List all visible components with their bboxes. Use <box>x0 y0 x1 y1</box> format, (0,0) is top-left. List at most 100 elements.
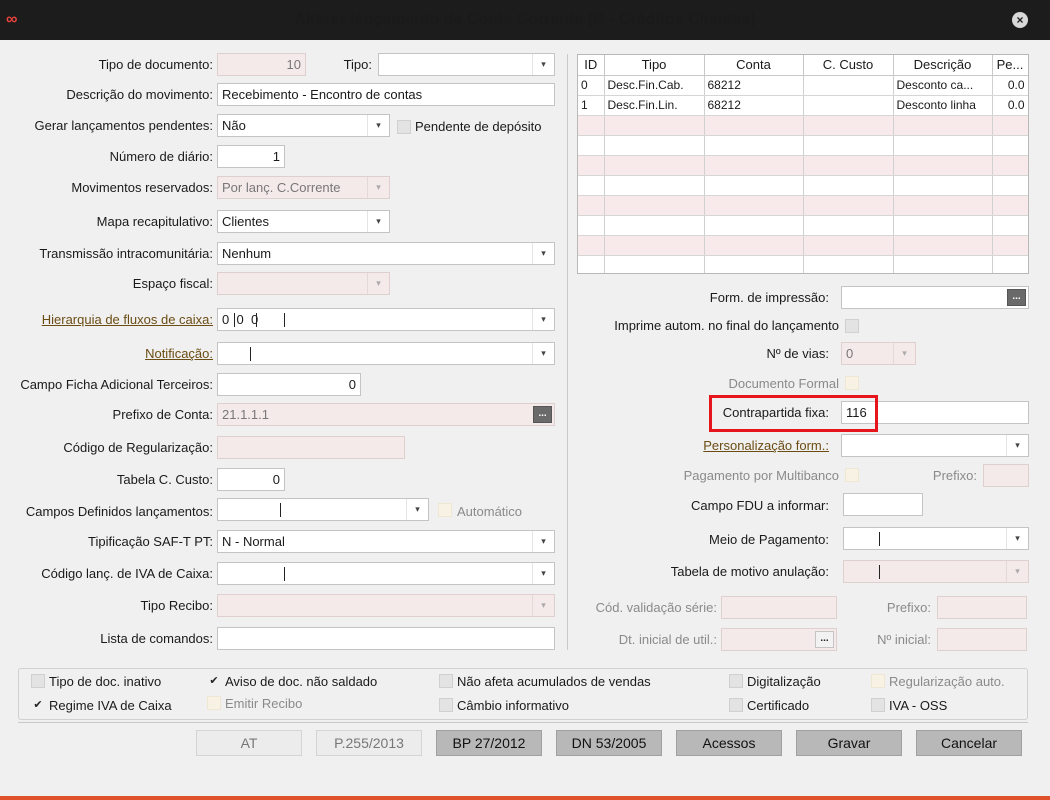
tipo-inativo-checkbox[interactable] <box>31 674 45 688</box>
campo-fdu-input[interactable] <box>843 493 923 516</box>
descricao-input[interactable]: Recebimento - Encontro de contas <box>217 83 555 106</box>
dn53-button[interactable]: DN 53/2005 <box>556 730 662 756</box>
chevron-down-icon[interactable]: ▾ <box>532 531 554 552</box>
regime-iva-caixa-checkbox[interactable]: ✔ <box>31 698 45 712</box>
aviso-nao-saldado-checkbox[interactable]: ✔ <box>207 674 221 688</box>
grid-header-id[interactable]: ID <box>578 55 605 76</box>
table-cell: 0 <box>578 75 605 96</box>
dt-inicial-label: Dt. inicial de util.: <box>618 632 717 647</box>
chevron-down-icon[interactable]: ▾ <box>1006 435 1028 456</box>
codigo-iva-caixa-label: Código lanç. de IVA de Caixa: <box>41 566 213 581</box>
notificacao-select[interactable]: ▾ <box>217 342 555 365</box>
table-cell: Desc.Fin.Lin. <box>604 95 705 116</box>
tipo-recibo-label: Tipo Recibo: <box>140 598 214 613</box>
separator <box>284 567 285 581</box>
gerar-pendentes-select[interactable]: Não ▾ <box>217 114 390 137</box>
mapa-recapitulativo-select[interactable]: Clientes ▾ <box>217 210 390 233</box>
tabela-ccusto-label: Tabela C. Custo: <box>116 472 213 487</box>
notificacao-link[interactable]: Notificação: <box>20 346 213 361</box>
tipo-label: Tipo: <box>343 57 372 72</box>
tabela-ccusto-input[interactable]: 0 <box>217 468 285 491</box>
tipo-recibo-select: ▾ <box>217 594 555 617</box>
certificado-label: Certificado <box>747 698 810 713</box>
n-vias-value: 0 <box>846 346 854 361</box>
saft-label: Tipificação SAF-T PT: <box>88 534 213 549</box>
cancelar-button[interactable]: Cancelar <box>916 730 1022 756</box>
iva-oss-checkbox[interactable] <box>871 698 885 712</box>
personalizacao-link[interactable]: Personalização form.: <box>640 438 829 453</box>
chevron-down-icon[interactable]: ▾ <box>1006 528 1028 549</box>
emitir-recibo-checkbox <box>207 696 221 710</box>
prefixo-mb-label: Prefixo: <box>932 468 977 483</box>
table-row[interactable]: 0 Desc.Fin.Cab. 68212 Desconto ca... 0.0 <box>578 75 1028 96</box>
chevron-down-icon[interactable]: ▾ <box>532 563 554 584</box>
emitir-recibo-label: Emitir Recibo <box>225 696 303 711</box>
prefixo-conta-label: Prefixo de Conta: <box>112 407 213 422</box>
table-row-empty[interactable] <box>578 135 1028 156</box>
numero-diario-input[interactable]: 1 <box>217 145 285 168</box>
campos-definidos-select[interactable]: ▾ <box>217 498 429 521</box>
chevron-down-icon[interactable]: ▾ <box>406 499 428 520</box>
table-row-empty[interactable] <box>578 155 1028 176</box>
table-row-empty[interactable] <box>578 215 1028 236</box>
lista-comandos-input[interactable] <box>217 627 555 650</box>
table-row[interactable]: 1 Desc.Fin.Lin. 68212 Desconto linha 0.0 <box>578 95 1028 116</box>
transmissao-label: Transmissão intracomunitária: <box>39 246 213 261</box>
browse-button[interactable]: ... <box>1007 289 1026 306</box>
imprime-autom-checkbox[interactable] <box>845 319 859 333</box>
meio-pagamento-select[interactable]: ▾ <box>843 527 1029 550</box>
grid-header-conta[interactable]: Conta <box>704 55 804 76</box>
chevron-down-icon[interactable]: ▾ <box>532 54 554 75</box>
chevron-down-icon[interactable]: ▾ <box>532 343 554 364</box>
separator <box>879 532 880 546</box>
table-row-empty[interactable] <box>578 175 1028 196</box>
gravar-button[interactable]: Gravar <box>796 730 902 756</box>
grid-header-row: ID Tipo Conta C. Custo Descrição Pe... <box>578 55 1028 76</box>
table-row-empty[interactable] <box>578 115 1028 136</box>
table-row-empty[interactable] <box>578 255 1028 273</box>
acessos-button[interactable]: Acessos <box>676 730 782 756</box>
certificado-checkbox[interactable] <box>729 698 743 712</box>
pendente-deposito-checkbox[interactable] <box>397 120 411 134</box>
grid-header-ccusto[interactable]: C. Custo <box>803 55 894 76</box>
meio-pagamento-label: Meio de Pagamento: <box>709 532 829 547</box>
calendar-button: ... <box>815 631 834 648</box>
bottom-accent-bar <box>0 796 1050 800</box>
pagamento-multibanco-checkbox <box>845 468 859 482</box>
digitalizacao-checkbox[interactable] <box>729 674 743 688</box>
transmissao-value: Nenhum <box>222 246 272 261</box>
grid-header-tipo[interactable]: Tipo <box>604 55 705 76</box>
chevron-down-icon[interactable]: ▾ <box>532 243 554 264</box>
bp27-button[interactable]: BP 27/2012 <box>436 730 542 756</box>
pendente-deposito-label: Pendente de depósito <box>415 119 542 134</box>
chevron-down-icon[interactable]: ▾ <box>367 115 389 136</box>
chevron-down-icon[interactable]: ▾ <box>367 211 389 232</box>
browse-button[interactable]: ... <box>533 406 552 423</box>
form-impressao-field[interactable]: ... <box>841 286 1029 309</box>
codigo-regularizacao-label: Código de Regularização: <box>63 440 213 455</box>
codigo-iva-caixa-select[interactable]: ▾ <box>217 562 555 585</box>
grid-header-descricao[interactable]: Descrição <box>893 55 993 76</box>
close-icon[interactable]: × <box>1012 12 1028 28</box>
hierarquia-link[interactable]: Hierarquia de fluxos de caixa: <box>10 312 213 327</box>
campo-ficha-input[interactable]: 0 <box>217 373 361 396</box>
table-row-empty[interactable] <box>578 235 1028 256</box>
saft-select[interactable]: N - Normal ▾ <box>217 530 555 553</box>
nao-afeta-checkbox[interactable] <box>439 674 453 688</box>
movimentos-reservados-select: Por lanç. C.Corrente ▾ <box>217 176 390 199</box>
table-row-empty[interactable] <box>578 195 1028 216</box>
cod-validacao-field <box>721 596 837 619</box>
transmissao-select[interactable]: Nenhum ▾ <box>217 242 555 265</box>
table-cell <box>803 75 894 96</box>
grid-header-pe[interactable]: Pe... <box>992 55 1028 76</box>
cambio-informativo-label: Câmbio informativo <box>457 698 569 713</box>
nao-afeta-label: Não afeta acumulados de vendas <box>457 674 651 689</box>
accounts-grid[interactable]: ID Tipo Conta C. Custo Descrição Pe... 0… <box>577 54 1029 274</box>
cambio-informativo-checkbox[interactable] <box>439 698 453 712</box>
tipo-select[interactable]: ▾ <box>378 53 555 76</box>
chevron-down-icon: ▾ <box>367 273 389 294</box>
personalizacao-select[interactable]: ▾ <box>841 434 1029 457</box>
saft-value: N - Normal <box>222 534 285 549</box>
chevron-down-icon[interactable]: ▾ <box>532 309 554 330</box>
hierarquia-select[interactable]: 0 0 0 ▾ <box>217 308 555 331</box>
